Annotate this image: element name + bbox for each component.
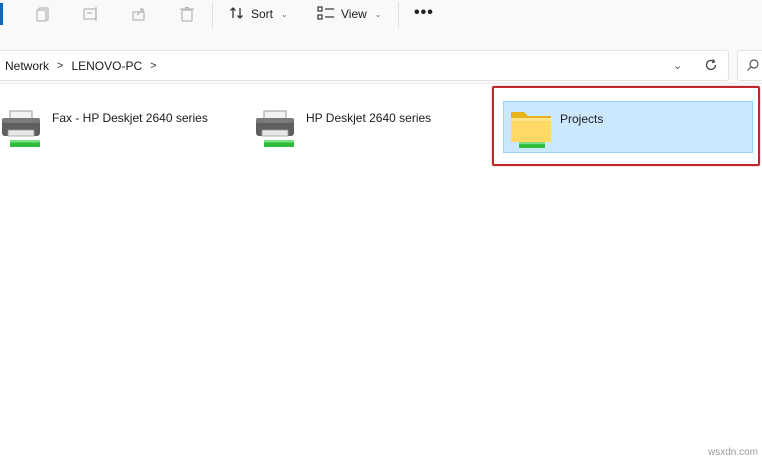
printer-icon bbox=[254, 108, 294, 148]
address-bar[interactable]: Network > LENOVO-PC > ⌄ bbox=[0, 50, 729, 81]
view-icon bbox=[317, 5, 335, 24]
accent-edge bbox=[0, 3, 3, 25]
copy-icon[interactable] bbox=[32, 4, 54, 24]
sort-label: Sort bbox=[251, 7, 274, 21]
command-bar: Sort ⌄ View ⌄ ••• bbox=[0, 0, 762, 30]
search-box[interactable] bbox=[737, 50, 762, 81]
address-history-chevron-icon[interactable]: ⌄ bbox=[673, 59, 682, 72]
share-icon[interactable] bbox=[128, 4, 150, 24]
view-label: View bbox=[341, 7, 367, 21]
more-options-button[interactable]: ••• bbox=[414, 4, 434, 24]
refresh-icon[interactable] bbox=[703, 57, 719, 73]
item-label: HP Deskjet 2640 series bbox=[306, 111, 432, 125]
chevron-down-icon: ⌄ bbox=[374, 9, 382, 19]
sort-button[interactable]: Sort ⌄ bbox=[229, 4, 288, 24]
breadcrumb-network[interactable]: Network bbox=[5, 59, 49, 73]
address-row: Network > LENOVO-PC > ⌄ bbox=[0, 30, 762, 84]
sort-icon bbox=[229, 5, 245, 24]
view-button[interactable]: View ⌄ bbox=[317, 4, 382, 24]
search-icon bbox=[746, 58, 760, 72]
chevron-down-icon: ⌄ bbox=[281, 9, 288, 19]
watermark: wsxdn.com bbox=[707, 447, 758, 458]
delete-icon[interactable] bbox=[176, 4, 198, 24]
printer-icon bbox=[0, 108, 40, 148]
toolbar-separator bbox=[212, 2, 213, 28]
item-label: Fax - HP Deskjet 2640 series bbox=[52, 111, 208, 125]
rename-icon[interactable] bbox=[80, 4, 102, 24]
highlight-annotation bbox=[492, 86, 760, 166]
toolbar-separator bbox=[398, 2, 399, 28]
breadcrumb-separator[interactable]: > bbox=[57, 60, 63, 72]
breadcrumb-separator[interactable]: > bbox=[150, 60, 156, 72]
breadcrumb: Network > LENOVO-PC > bbox=[5, 59, 157, 73]
breadcrumb-lenovo-pc[interactable]: LENOVO-PC bbox=[71, 59, 142, 73]
